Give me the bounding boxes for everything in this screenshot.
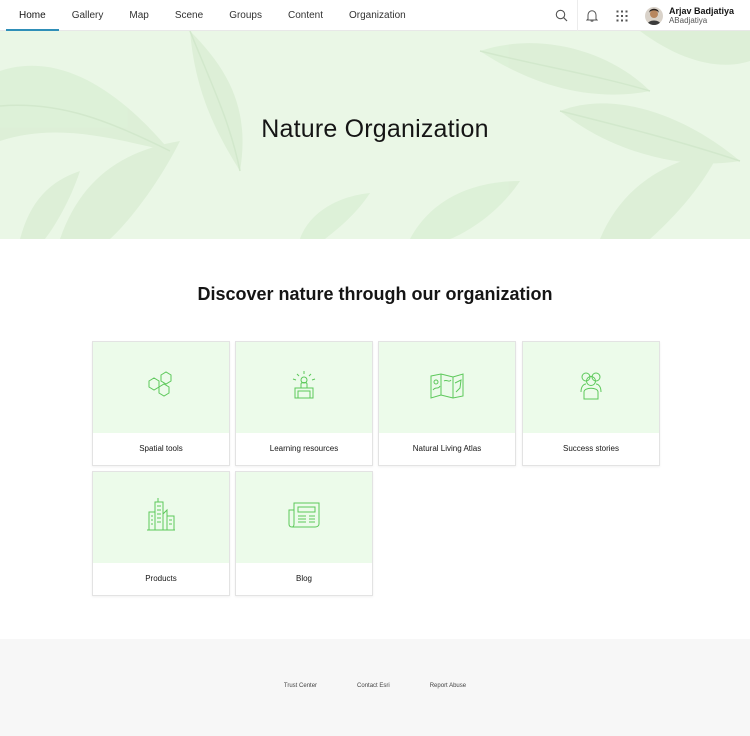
presentation-icon [287,368,321,407]
avatar [644,6,663,25]
search-icon[interactable] [547,0,577,31]
user-login: ABadjatiya [668,16,708,25]
footer-link-report-abuse[interactable]: Report Abuse [430,683,466,689]
card-thumbnail [236,472,372,563]
card-blog[interactable]: Blog [235,471,373,596]
nav-groups[interactable]: Groups [216,0,275,31]
card-products[interactable]: Products [92,471,230,596]
card-thumbnail [523,342,659,433]
card-thumbnail [93,342,229,433]
app-launcher-icon[interactable] [607,0,637,31]
user-menu[interactable]: Arjav Badjatiya ABadjatiya [637,0,750,31]
card-spatial-tools[interactable]: Spatial tools [92,341,230,466]
city-buildings-icon [144,496,178,539]
hero-banner: Nature Organization [0,31,750,239]
card-thumbnail [93,472,229,563]
hexagons-icon [144,368,178,407]
card-learning-resources[interactable]: Learning resources [235,341,373,466]
footer-link-trust-center[interactable]: Trust Center [284,683,317,689]
people-group-icon [574,368,608,407]
section-title: Discover nature through our organization [197,284,553,304]
card-thumbnail [236,342,372,433]
card-thumbnail [379,342,515,433]
card-label: Products [145,574,177,583]
user-info: Arjav Badjatiya ABadjatiya [669,6,734,25]
atlas-map-icon [428,368,466,407]
newspaper-icon [286,500,322,535]
nav-scene[interactable]: Scene [162,0,216,31]
footer-link-contact-esri[interactable]: Contact Esri [357,683,390,689]
nav-actions: Arjav Badjatiya ABadjatiya [547,0,750,31]
nav-links: Home Gallery Map Scene Groups Content Or… [6,0,419,31]
footer-links: Trust Center Contact Esri Report Abuse [0,683,750,689]
nav-map[interactable]: Map [116,0,161,31]
nav-organization[interactable]: Organization [336,0,419,31]
bell-icon[interactable] [576,0,607,31]
page-title: Nature Organization [261,115,489,143]
card-label: Natural Living Atlas [412,444,482,453]
nav-content[interactable]: Content [275,0,336,31]
user-name: Arjav Badjatiya [668,6,734,16]
top-navigation: Home Gallery Map Scene Groups Content Or… [0,0,750,31]
card-label: Success stories [562,444,620,453]
nav-gallery[interactable]: Gallery [59,0,117,31]
card-label: Learning resources [269,444,339,453]
card-label: Spatial tools [139,444,183,453]
nav-home[interactable]: Home [6,0,59,31]
card-natural-living-atlas[interactable]: Natural Living Atlas [378,341,516,466]
card-label: Blog [295,574,312,583]
footer: Trust Center Contact Esri Report Abuse [0,639,750,736]
card-success-stories[interactable]: Success stories [522,341,660,466]
